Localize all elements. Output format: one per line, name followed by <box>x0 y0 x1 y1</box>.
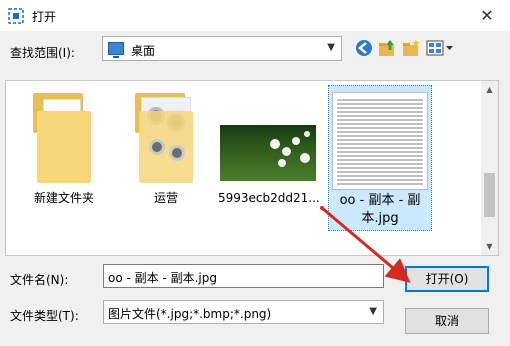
file-type-dropdown[interactable]: 图片文件(*.jpg;*.bmp;*.png) ▼ <box>103 300 384 324</box>
folder-icon <box>33 93 95 185</box>
file-name-label: 文件名(N): <box>10 273 69 287</box>
up-folder-button[interactable] <box>377 38 397 58</box>
new-folder-button[interactable] <box>401 38 421 58</box>
file-item-image[interactable]: 5993ecb2dd21... <box>218 81 320 256</box>
desktop-icon <box>108 42 124 58</box>
back-button[interactable] <box>354 38 374 58</box>
file-item-folder[interactable]: 新建文件夹 <box>14 81 114 256</box>
close-icon: ✕ <box>480 6 494 25</box>
look-in-label: 查找范围(I): <box>10 46 75 60</box>
window-title: 打开 <box>32 10 57 24</box>
open-button[interactable]: 打开(O) <box>405 266 489 292</box>
image-thumbnail <box>220 125 316 181</box>
scroll-thumb[interactable] <box>484 173 495 217</box>
scroll-down-arrow-icon[interactable]: ▼ <box>481 238 498 255</box>
file-name: 新建文件夹 <box>33 191 94 205</box>
file-item-selected[interactable]: oo - 副本 - 副本.jpg <box>328 85 432 231</box>
cancel-button[interactable]: 取消 <box>405 308 489 334</box>
scroll-up-arrow-icon[interactable]: ▲ <box>481 81 498 98</box>
file-item-folder[interactable]: 运营 <box>116 81 216 256</box>
chevron-down-icon: ▼ <box>327 42 335 53</box>
file-list[interactable]: 新建文件夹 运营 5993ecb2dd21... oo - 副本 - 副本.jp… <box>5 80 499 256</box>
title-bar: 打开 ✕ <box>0 0 510 31</box>
folder-with-images-icon <box>135 93 197 185</box>
file-name-input[interactable]: oo - 副本 - 副本.jpg <box>103 264 384 288</box>
file-type-label: 文件类型(T): <box>10 309 79 323</box>
view-menu-button[interactable] <box>426 38 456 58</box>
chevron-down-icon: ▼ <box>369 306 377 317</box>
window-app-icon <box>8 8 24 24</box>
look-in-dropdown[interactable]: 桌面 ▼ <box>102 36 342 61</box>
file-name: 运营 <box>153 191 178 205</box>
vertical-scrollbar[interactable]: ▲ ▼ <box>481 81 498 255</box>
look-in-value: 桌面 <box>131 44 156 58</box>
file-name: 5993ecb2dd21... <box>218 191 320 205</box>
file-name: oo - 副本 - 副本.jpg <box>339 193 421 226</box>
document-thumbnail <box>332 92 428 190</box>
file-type-value: 图片文件(*.jpg;*.bmp;*.png) <box>108 307 272 321</box>
close-button[interactable]: ✕ <box>464 0 510 31</box>
